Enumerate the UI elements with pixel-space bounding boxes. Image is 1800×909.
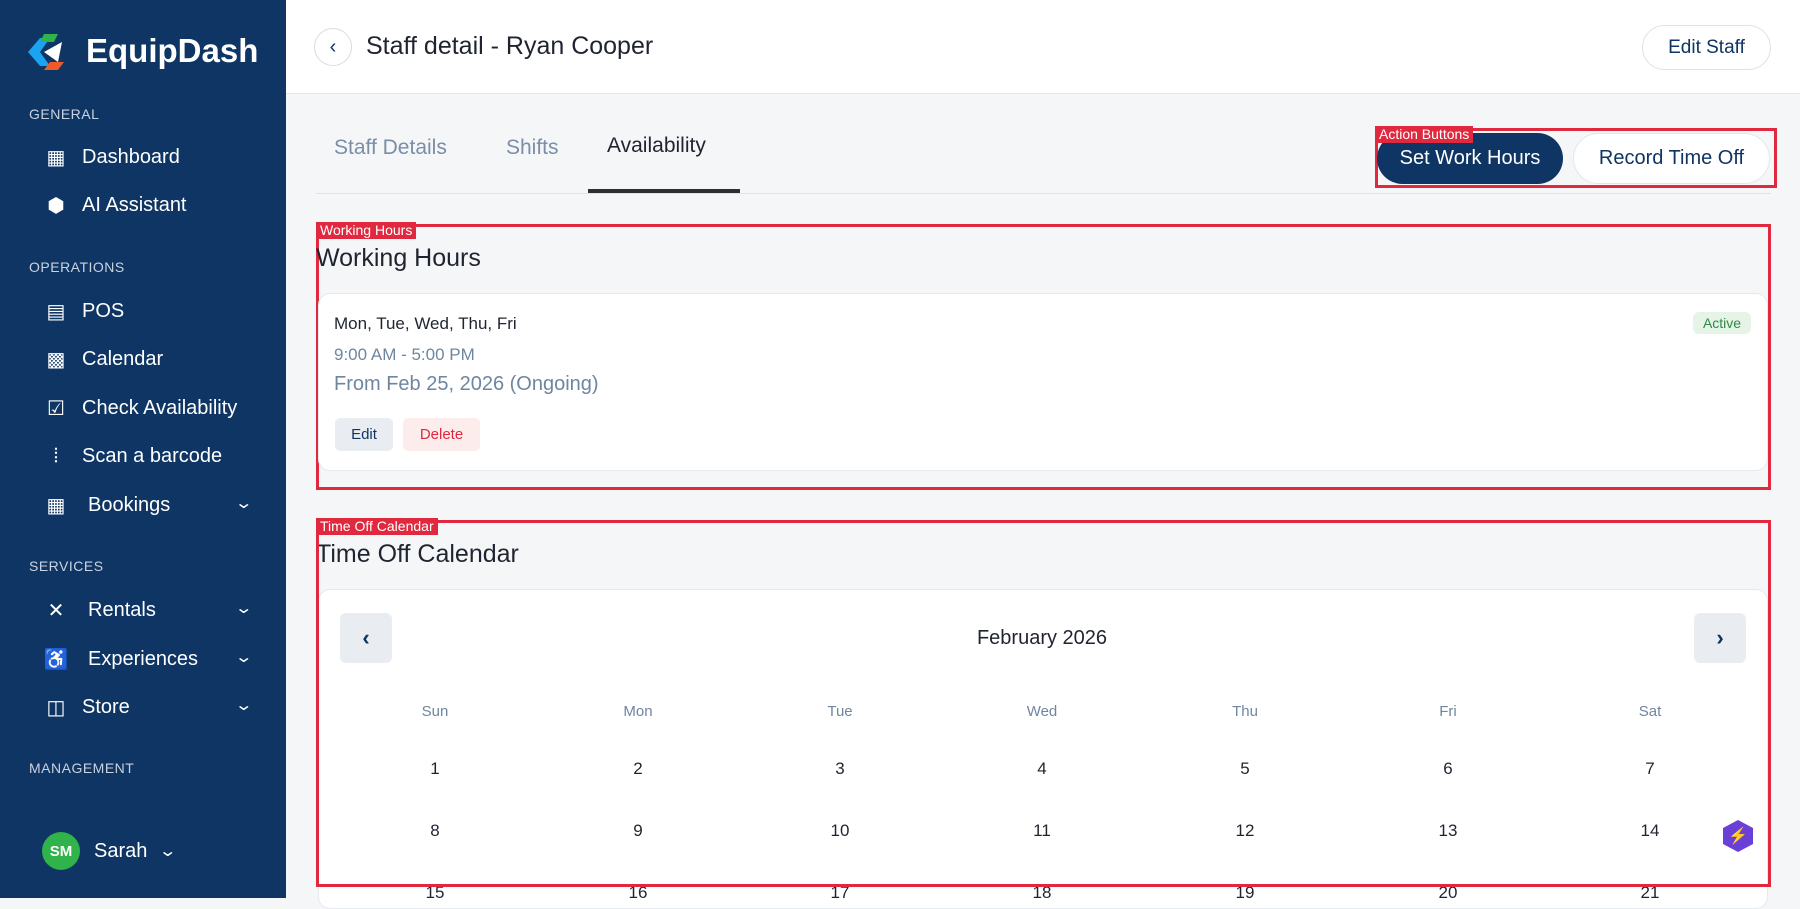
section-general: GENERAL [29, 106, 100, 122]
user-name: Sarah [94, 839, 148, 862]
sidebar-item-label: Dashboard [82, 145, 180, 168]
sidebar-item-check-availability[interactable]: ☑ Check Availability [40, 388, 260, 428]
edit-button[interactable]: Edit [335, 418, 393, 451]
chevron-down-icon: ⌄ [233, 600, 253, 617]
status-badge: Active [1693, 312, 1751, 334]
sidebar-item-label: Scan a barcode [82, 444, 223, 467]
section-management: MANAGEMENT [29, 760, 135, 776]
annotation-label: Action Buttons [1375, 126, 1474, 143]
sidebar-item-dashboard[interactable]: ▦ Dashboard [40, 137, 260, 177]
annotation-label: Working Hours [316, 222, 417, 239]
delete-button[interactable]: Delete [403, 418, 480, 451]
lightning-icon: ⚡ [1728, 828, 1748, 845]
edit-staff-button[interactable]: Edit Staff [1642, 25, 1771, 70]
time-off-annotation [316, 520, 1771, 887]
sidebar-item-experiences[interactable]: ♿ Experiences ⌄ [40, 639, 260, 679]
chevron-left-icon: ‹ [329, 35, 337, 58]
calendar-check-icon: ☑ [47, 397, 65, 420]
barcode-scan-icon: ⦙ [53, 444, 59, 467]
avatar: SM [42, 832, 80, 870]
pos-terminal-icon: ▤ [46, 300, 66, 323]
store-bag-icon: ◫ [46, 696, 66, 719]
sidebar-item-label: AI Assistant [82, 193, 187, 216]
sidebar-item-store[interactable]: ◫ Store ⌄ [40, 687, 260, 727]
sidebar-item-pos[interactable]: ▤ POS [40, 291, 260, 331]
sidebar-item-bookings[interactable]: ▦ Bookings ⌄ [40, 485, 260, 525]
bookings-icon: ▦ [46, 494, 66, 517]
experiences-icon: ♿ [43, 648, 69, 671]
sidebar-item-label: Store [82, 695, 130, 718]
tab-staff-details[interactable]: Staff Details [334, 136, 447, 160]
working-time: 9:00 AM - 5:00 PM [334, 345, 475, 364]
working-hours-heading: Working Hours [316, 244, 481, 272]
tab-availability[interactable]: Availability [607, 134, 706, 158]
calendar-icon: ▩ [46, 348, 66, 371]
section-operations: OPERATIONS [29, 259, 125, 275]
sidebar-item-scan-barcode[interactable]: ⦙ Scan a barcode [40, 436, 260, 476]
sidebar-item-label: POS [82, 299, 125, 322]
sidebar: EquipDash GENERAL OPERATIONS SERVICES MA… [0, 0, 286, 898]
chevron-down-icon: ⌄ [158, 843, 178, 860]
chevron-down-icon: ⌄ [233, 495, 253, 512]
tab-shifts[interactable]: Shifts [506, 136, 559, 160]
sidebar-item-rentals[interactable]: ✕ Rentals ⌄ [40, 590, 260, 630]
tabs-divider [316, 193, 1771, 194]
sidebar-item-label: Check Availability [82, 396, 238, 419]
working-days: Mon, Tue, Wed, Thu, Fri [334, 314, 517, 333]
annotation-label: Time Off Calendar [316, 518, 438, 535]
sidebar-item-label: Rentals [88, 598, 156, 621]
sidebar-item-ai-assistant[interactable]: ⬢ AI Assistant [40, 185, 260, 225]
grid-icon: ▦ [46, 146, 66, 169]
chevron-down-icon: ⌄ [233, 649, 253, 666]
rentals-icon: ✕ [47, 599, 65, 622]
back-button[interactable]: ‹ [314, 28, 352, 66]
section-services: SERVICES [29, 558, 104, 574]
user-menu[interactable]: SM Sarah ⌄ [42, 832, 178, 870]
sidebar-item-label: Experiences [88, 647, 199, 670]
app-name: EquipDash [86, 32, 259, 69]
ai-hexagon-icon: ⬢ [47, 194, 65, 217]
working-range: From Feb 25, 2026 (Ongoing) [334, 373, 599, 395]
chevron-down-icon: ⌄ [233, 697, 253, 714]
sidebar-item-calendar[interactable]: ▩ Calendar [40, 339, 260, 379]
sidebar-item-label: Bookings [88, 493, 171, 516]
record-time-off-button[interactable]: Record Time Off [1573, 133, 1770, 184]
sidebar-item-label: Calendar [82, 347, 164, 370]
page-title: Staff detail - Ryan Cooper [366, 32, 654, 60]
logo-icon [28, 32, 72, 72]
